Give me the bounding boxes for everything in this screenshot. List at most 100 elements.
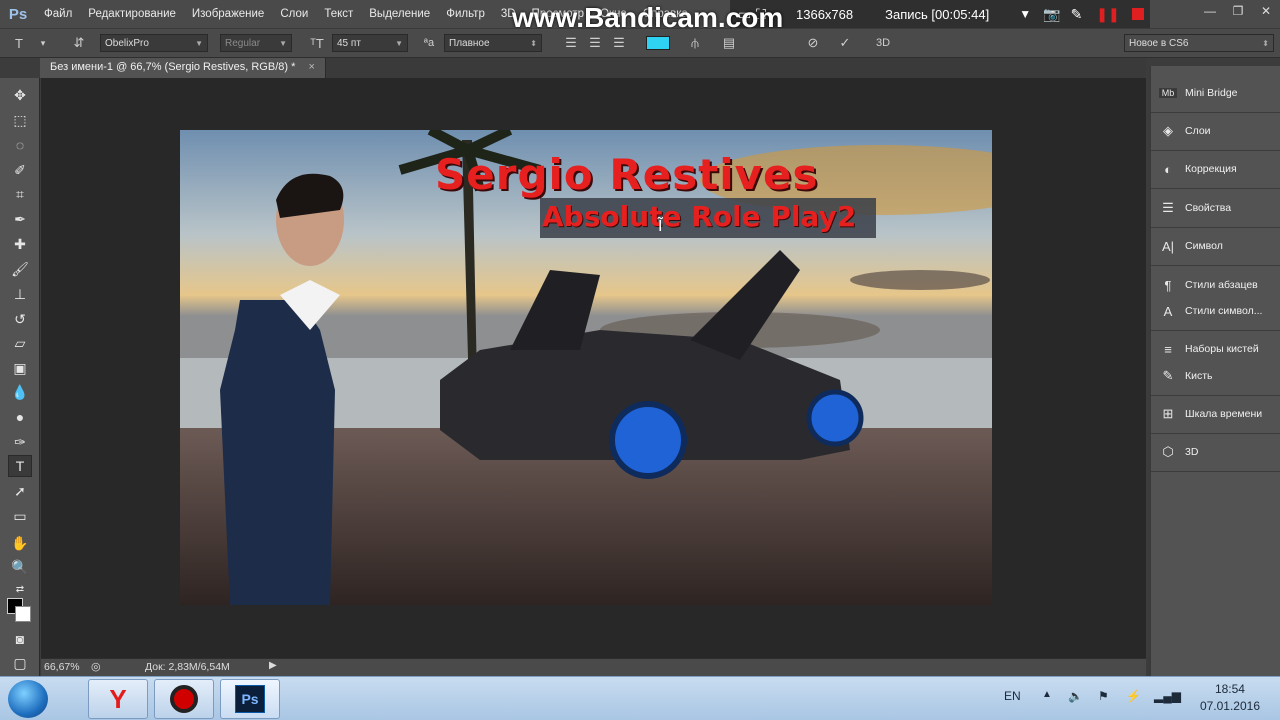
font-style-select[interactable]: Regular ▼ bbox=[220, 34, 292, 52]
panel-label: Стили символ... bbox=[1185, 305, 1263, 317]
gradient-tool-icon[interactable]: ▣ bbox=[8, 357, 32, 379]
menu-select[interactable]: Выделение bbox=[361, 0, 438, 28]
panel-properties[interactable]: ☰ Свойства bbox=[1159, 195, 1231, 221]
panel-adjustments[interactable]: ◐ Коррекция bbox=[1159, 156, 1237, 182]
text-color-swatch[interactable] bbox=[646, 36, 670, 50]
panel-label: Коррекция bbox=[1185, 163, 1237, 175]
zoom-tool-icon[interactable]: 🔍 bbox=[8, 556, 32, 578]
font-family-select[interactable]: ObelixPro ▼ bbox=[100, 34, 208, 52]
layers-icon: ◈ bbox=[1163, 123, 1173, 138]
volume-icon[interactable]: 🔈 bbox=[1068, 689, 1083, 703]
taskbar-yandex-browser[interactable]: Y bbox=[88, 679, 148, 719]
taskbar-photoshop[interactable]: Ps bbox=[220, 679, 280, 719]
character-panel-icon[interactable]: ▤ bbox=[720, 35, 738, 51]
hand-tool-icon[interactable]: ✋ bbox=[8, 532, 32, 554]
menu-type[interactable]: Текст bbox=[316, 0, 361, 28]
close-button[interactable]: ✕ bbox=[1252, 0, 1280, 22]
panel-character-styles[interactable]: A Стили символ... bbox=[1159, 298, 1263, 324]
power-icon[interactable]: ⚡ bbox=[1126, 689, 1141, 703]
crop-tool-icon[interactable]: ⌗ bbox=[8, 183, 32, 205]
pen-tool-icon[interactable]: ✑ bbox=[8, 431, 32, 453]
subline-text[interactable]: Absolute Role Play2 bbox=[542, 200, 856, 233]
path-select-tool-icon[interactable]: ➚ bbox=[8, 480, 32, 502]
headline-text[interactable]: Sergio Restives bbox=[435, 150, 819, 199]
panel-paragraph-styles[interactable]: ¶ Стили абзацев bbox=[1159, 272, 1258, 298]
align-center-icon[interactable]: ☰ bbox=[586, 35, 604, 51]
close-tab-icon[interactable]: × bbox=[308, 61, 314, 73]
type-tool-icon[interactable]: T bbox=[8, 455, 32, 477]
eyedropper-tool-icon[interactable]: ✒ bbox=[8, 208, 32, 230]
panel-3d[interactable]: ⬡ 3D bbox=[1159, 439, 1198, 465]
history-brush-tool-icon[interactable]: ↺ bbox=[8, 308, 32, 330]
dodge-tool-icon[interactable]: ● bbox=[8, 406, 32, 428]
document-canvas[interactable]: Sergio Restives Absolute Role Play2 Ĩ bbox=[180, 130, 992, 605]
taskbar-bandicam[interactable] bbox=[154, 679, 214, 719]
lasso-tool-icon[interactable]: ◌ bbox=[8, 134, 32, 156]
restore-button[interactable]: ❐ bbox=[1224, 0, 1252, 22]
swap-colors-icon[interactable]: ⇄ bbox=[8, 578, 32, 600]
menu-file[interactable]: Файл bbox=[36, 0, 80, 28]
shape-tool-icon[interactable]: ▭ bbox=[8, 505, 32, 527]
menu-image[interactable]: Изображение bbox=[184, 0, 272, 28]
menu-filter[interactable]: Фильтр bbox=[438, 0, 493, 28]
quick-select-tool-icon[interactable]: ✐ bbox=[8, 159, 32, 181]
align-right-icon[interactable]: ☰ bbox=[610, 35, 628, 51]
3d-button[interactable]: 3D bbox=[876, 37, 890, 49]
status-menu-arrow-icon[interactable]: ▶ bbox=[269, 660, 277, 671]
action-center-icon[interactable]: ⚑ bbox=[1098, 689, 1109, 703]
status-options-icon[interactable]: ◎ bbox=[91, 660, 101, 673]
start-button[interactable] bbox=[8, 680, 48, 718]
panel-brush-presets[interactable]: ≡ Наборы кистей bbox=[1159, 336, 1259, 362]
document-tab[interactable]: Без имени-1 @ 66,7% (Sergio Restives, RG… bbox=[40, 58, 326, 78]
font-style-value: Regular bbox=[225, 37, 261, 49]
blur-tool-icon[interactable]: 💧 bbox=[8, 381, 32, 403]
panel-dock: Mb Mini Bridge ◈ Слои ◐ Коррекция ☰ Свойства… bbox=[1149, 66, 1280, 676]
workspace-select[interactable]: Новое в CS6 ⬍ bbox=[1124, 34, 1274, 52]
menu-edit[interactable]: Редактирование bbox=[80, 0, 184, 28]
dropdown-icon[interactable]: ▼ bbox=[1019, 7, 1031, 21]
quick-mask-icon[interactable]: ◙ bbox=[8, 628, 32, 650]
panel-character[interactable]: A| Символ bbox=[1159, 233, 1223, 259]
panel-mini-bridge[interactable]: Mb Mini Bridge bbox=[1159, 80, 1238, 106]
car-rear-wheel bbox=[806, 389, 864, 447]
camera-icon[interactable]: 📷 bbox=[1043, 6, 1060, 23]
brush-tool-icon[interactable]: 🖌 bbox=[8, 258, 32, 280]
type-tool-preset-icon[interactable]: T bbox=[10, 36, 28, 51]
screen-mode-icon[interactable]: ▢ bbox=[8, 652, 32, 674]
toggle-orientation-icon[interactable]: ⇵ bbox=[70, 35, 88, 51]
stop-icon[interactable] bbox=[1131, 8, 1144, 20]
system-clock[interactable]: 18:54 07.01.2016 bbox=[1200, 681, 1260, 715]
cancel-icon[interactable]: ⊘ bbox=[804, 35, 822, 51]
chevron-updown-icon: ⬍ bbox=[530, 38, 537, 48]
eraser-tool-icon[interactable]: ▱ bbox=[8, 332, 32, 354]
zoom-level[interactable]: 66,67% bbox=[44, 661, 80, 673]
commit-check-icon[interactable]: ✓ bbox=[836, 35, 854, 51]
menu-layers[interactable]: Слои bbox=[272, 0, 316, 28]
preset-chevron-icon[interactable]: ▾ bbox=[34, 38, 52, 49]
panel-layers[interactable]: ◈ Слои bbox=[1159, 118, 1211, 144]
healing-brush-tool-icon[interactable]: ✚ bbox=[8, 233, 32, 255]
chevron-down-icon: ▼ bbox=[279, 38, 287, 48]
antialias-select[interactable]: Плавное ⬍ bbox=[444, 34, 542, 52]
pause-icon[interactable]: ❚❚ bbox=[1096, 6, 1119, 23]
language-indicator[interactable]: EN bbox=[1004, 689, 1021, 703]
panel-timeline[interactable]: ⊞ Шкала времени bbox=[1159, 401, 1263, 427]
pencil-icon[interactable]: ✎ bbox=[1071, 6, 1083, 23]
car-front-wheel bbox=[609, 401, 687, 479]
mini-bridge-icon: Mb bbox=[1159, 88, 1177, 98]
font-size-select[interactable]: 45 пт ▼ bbox=[332, 34, 408, 52]
minimize-button[interactable]: — bbox=[1196, 0, 1224, 22]
antialias-value: Плавное bbox=[449, 37, 490, 49]
panel-brush[interactable]: ✎ Кисть bbox=[1159, 363, 1213, 389]
panel-label: Наборы кистей bbox=[1185, 343, 1259, 355]
divider bbox=[1151, 265, 1280, 266]
clone-stamp-tool-icon[interactable]: ⊥ bbox=[8, 283, 32, 305]
divider bbox=[1151, 112, 1280, 113]
background-color-swatch[interactable] bbox=[15, 606, 31, 622]
show-hidden-icons-icon[interactable]: ▲ bbox=[1042, 689, 1052, 700]
warp-text-icon[interactable]: ⫛ bbox=[686, 35, 704, 51]
align-left-icon[interactable]: ☰ bbox=[562, 35, 580, 51]
marquee-tool-icon[interactable]: ⬚ bbox=[8, 109, 32, 131]
network-icon[interactable]: ▂▄▆ bbox=[1154, 689, 1181, 703]
move-tool-icon[interactable]: ✥ bbox=[8, 84, 32, 106]
